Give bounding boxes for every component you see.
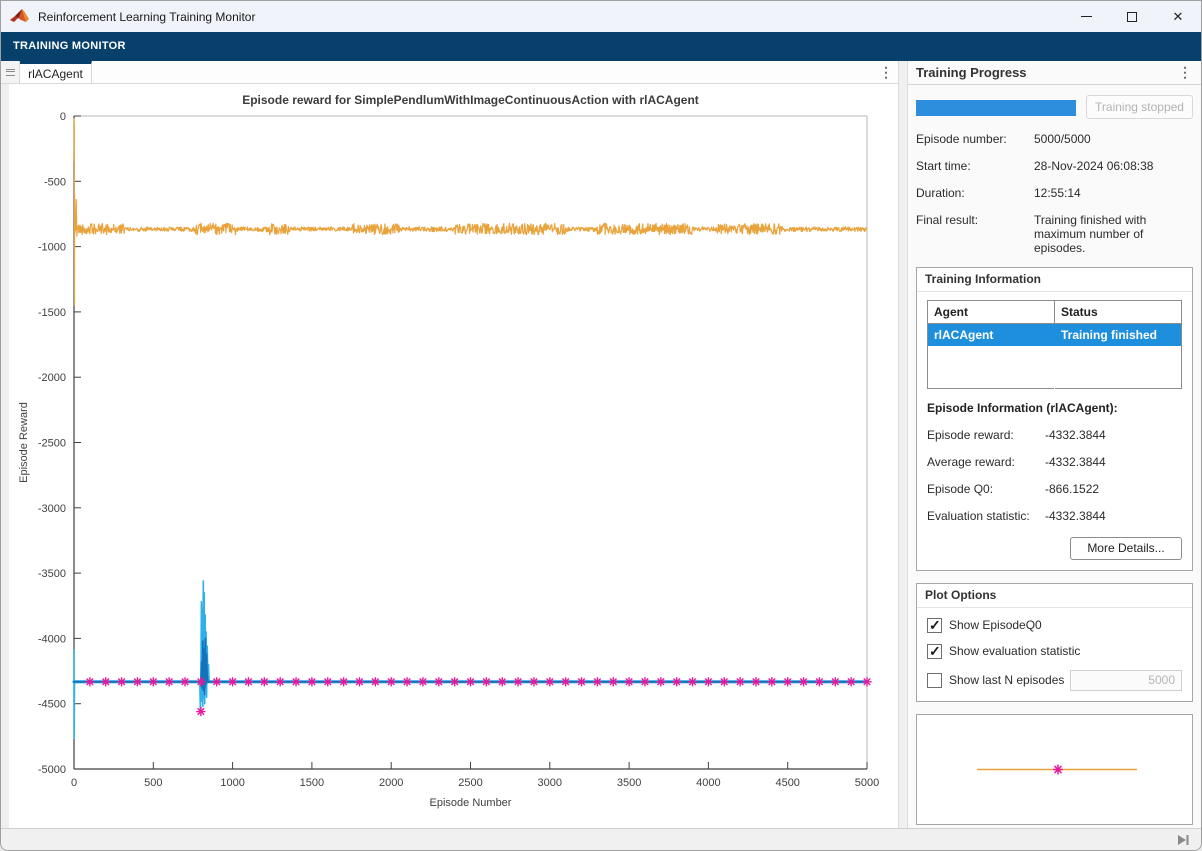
- maximize-icon: [1127, 12, 1137, 22]
- last-n-episodes-input[interactable]: [1070, 670, 1182, 691]
- svg-text:4500: 4500: [775, 777, 799, 789]
- svg-text:4000: 4000: [696, 777, 720, 789]
- minimize-icon: [1081, 16, 1092, 17]
- close-button[interactable]: ✕: [1155, 1, 1201, 32]
- show-evaluation-statistic-option[interactable]: Show evaluation statistic: [927, 644, 1182, 659]
- svg-text:-3000: -3000: [38, 503, 66, 515]
- minimize-button[interactable]: [1063, 1, 1109, 32]
- svg-text:2500: 2500: [458, 777, 482, 789]
- document-options-menu-icon[interactable]: ⋮: [874, 61, 898, 83]
- bottom-status-strip: [1, 828, 1201, 850]
- episode-q0-label: Episode Q0:: [927, 482, 1045, 496]
- evaluation-statistic-value: -4332.3844: [1045, 509, 1106, 523]
- svg-text:3000: 3000: [538, 777, 562, 789]
- show-last-n-episodes-option[interactable]: Show last N episodes: [927, 670, 1182, 691]
- matlab-logo-icon: [10, 8, 30, 26]
- svg-text:2000: 2000: [379, 777, 403, 789]
- svg-text:500: 500: [144, 777, 162, 789]
- svg-text:5000: 5000: [855, 777, 879, 789]
- svg-text:-4000: -4000: [38, 633, 66, 645]
- svg-text:0: 0: [71, 777, 77, 789]
- plot-options-section: Plot Options Show EpisodeQ0 Show evaluat…: [916, 583, 1193, 702]
- panel-options-menu-icon[interactable]: ⋮: [1173, 64, 1197, 81]
- final-result-label: Final result:: [916, 213, 1034, 255]
- show-episodeq0-checkbox[interactable]: [927, 618, 942, 633]
- svg-text:-2500: -2500: [38, 438, 66, 450]
- start-time-label: Start time:: [916, 159, 1034, 173]
- episode-reward-label: Episode reward:: [927, 428, 1045, 442]
- panel-splitter[interactable]: [898, 61, 908, 830]
- svg-text:3500: 3500: [617, 777, 641, 789]
- agents-table: Agent Status rlACAgent Training finished: [927, 300, 1182, 389]
- collapse-right-icon[interactable]: [1175, 833, 1191, 847]
- maximize-button[interactable]: [1109, 1, 1155, 32]
- average-reward-label: Average reward:: [927, 455, 1045, 469]
- training-information-section: Training Information Agent Status rlACAg…: [916, 267, 1193, 571]
- show-evaluation-statistic-label: Show evaluation statistic: [949, 644, 1080, 658]
- svg-text:-5000: -5000: [38, 764, 66, 776]
- legend-preview-box: [916, 714, 1193, 825]
- agents-table-header-status: Status: [1055, 301, 1182, 324]
- ribbon-tab-training-monitor[interactable]: TRAINING MONITOR: [1, 32, 1201, 61]
- svg-text:Episode Number: Episode Number: [430, 797, 512, 809]
- table-row[interactable]: rlACAgent Training finished: [928, 324, 1182, 347]
- tab-list-icon: [6, 69, 15, 76]
- svg-text:-1000: -1000: [38, 242, 66, 254]
- agents-table-header-agent: Agent: [928, 301, 1055, 324]
- close-icon: ✕: [1173, 9, 1184, 25]
- svg-text:-1500: -1500: [38, 307, 66, 319]
- ribbon: TRAINING MONITOR: [1, 32, 1201, 61]
- start-time-value: 28-Nov-2024 06:08:38: [1034, 159, 1186, 173]
- plot-options-title: Plot Options: [917, 584, 1192, 608]
- document-panel: rlACAgent ⋮ 0 500 1000 1500 2000 2500 3000 3500…: [1, 61, 898, 830]
- tab-list-button[interactable]: [1, 61, 20, 83]
- final-result-value: Training finished with maximum number of…: [1034, 213, 1186, 255]
- svg-text:Episode Reward: Episode Reward: [18, 402, 30, 483]
- tab-strip: rlACAgent ⋮: [1, 61, 898, 84]
- training-progress-bar: [916, 100, 1076, 116]
- title-bar: Reinforcement Learning Training Monitor …: [1, 1, 1201, 32]
- training-stopped-button[interactable]: Training stopped: [1086, 95, 1193, 119]
- training-progress-panel: Training Progress ⋮ Training stopped Epi…: [908, 61, 1201, 830]
- more-details-button[interactable]: More Details...: [1070, 537, 1182, 560]
- episode-information-title: Episode Information (rlACAgent):: [927, 401, 1182, 415]
- show-episodeq0-option[interactable]: Show EpisodeQ0: [927, 618, 1182, 633]
- table-row-empty: [928, 346, 1182, 388]
- window-title: Reinforcement Learning Training Monitor: [38, 10, 255, 24]
- training-chart: 0 500 1000 1500 2000 2500 3000 3500 4000 4500 5000…: [9, 84, 898, 830]
- svg-text:-500: -500: [44, 176, 66, 188]
- show-last-n-episodes-checkbox[interactable]: [927, 673, 942, 688]
- agent-name-cell: rlACAgent: [928, 324, 1055, 347]
- duration-label: Duration:: [916, 186, 1034, 200]
- show-last-n-episodes-label: Show last N episodes: [949, 673, 1064, 687]
- svg-text:-2000: -2000: [38, 372, 66, 384]
- svg-text:Episode reward for SimplePendl: Episode reward for SimplePendlumWithImag…: [242, 93, 699, 107]
- svg-text:1500: 1500: [300, 777, 324, 789]
- svg-text:-3500: -3500: [38, 568, 66, 580]
- episode-reward-chart: 0 500 1000 1500 2000 2500 3000 3500 4000 4500 5000…: [9, 84, 898, 825]
- episode-number-label: Episode number:: [916, 132, 1034, 146]
- svg-text:1000: 1000: [220, 777, 244, 789]
- panel-title: Training Progress: [916, 65, 1027, 80]
- episode-reward-value: -4332.3844: [1045, 428, 1106, 442]
- legend-preview-chart: [917, 715, 1196, 824]
- training-information-title: Training Information: [917, 268, 1192, 292]
- tab-rlacagent[interactable]: rlACAgent: [20, 61, 92, 83]
- evaluation-statistic-label: Evaluation statistic:: [927, 509, 1045, 523]
- episode-q0-value: -866.1522: [1045, 482, 1099, 496]
- average-reward-value: -4332.3844: [1045, 455, 1106, 469]
- duration-value: 12:55:14: [1034, 186, 1186, 200]
- svg-text:0: 0: [60, 111, 66, 123]
- episode-number-value: 5000/5000: [1034, 132, 1186, 146]
- app-window: Reinforcement Learning Training Monitor …: [0, 0, 1202, 851]
- agent-status-cell: Training finished: [1055, 324, 1182, 347]
- show-evaluation-statistic-checkbox[interactable]: [927, 644, 942, 659]
- show-episodeq0-label: Show EpisodeQ0: [949, 618, 1042, 632]
- svg-text:-4500: -4500: [38, 699, 66, 711]
